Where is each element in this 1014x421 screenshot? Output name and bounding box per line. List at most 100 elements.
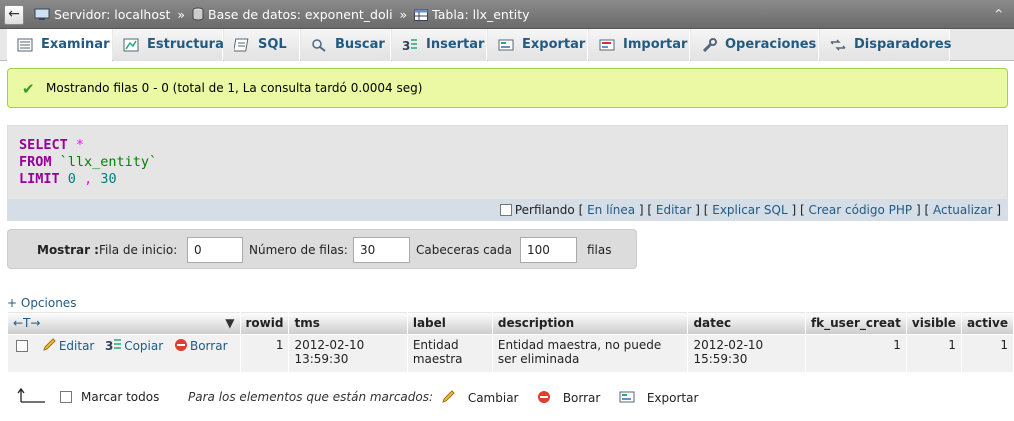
delete-icon	[538, 391, 550, 403]
column-move-arrows[interactable]: ←T→	[13, 316, 40, 330]
sql-keyword-select: SELECT	[19, 137, 68, 153]
delete-row-button[interactable]: Borrar	[174, 339, 228, 353]
results-table: ←T→ ▼ rowid tms label description datec …	[7, 311, 1014, 373]
wrench-icon	[702, 38, 717, 52]
bulk-export-button[interactable]: Exportar	[619, 390, 698, 405]
bulk-actions-bar: Marcar todos Para los elementos que está…	[7, 387, 907, 408]
delete-icon	[174, 339, 187, 351]
column-tms[interactable]: tms	[288, 311, 408, 335]
create-php-link[interactable]: Crear código PHP	[808, 203, 912, 217]
breadcrumb-bar: ← Servidor: localhost » Base de datos: e…	[0, 0, 1014, 29]
column-fk-user-creat[interactable]: fk_user_creat	[804, 311, 907, 335]
tab-label: Insertar	[426, 37, 485, 52]
pencil-icon	[43, 338, 56, 351]
cell-label: Entidad maestra	[406, 334, 493, 373]
browse-icon	[17, 38, 33, 52]
cell-visible: 1	[905, 334, 962, 373]
tab-insertar[interactable]: 3 Insertar	[392, 29, 487, 61]
column-label[interactable]: label	[406, 311, 493, 335]
success-message: ✔ Mostrando filas 0 - 0 (total de 1, La …	[7, 68, 1008, 108]
export-icon	[619, 391, 635, 403]
breadcrumb-table[interactable]: Tabla: llx_entity	[432, 7, 529, 22]
server-icon	[34, 8, 50, 20]
export-icon	[498, 39, 514, 51]
arrow-select-icon	[17, 387, 45, 403]
tab-operaciones[interactable]: Operaciones	[691, 29, 819, 61]
tab-examinar[interactable]: Examinar	[7, 29, 112, 62]
options-link[interactable]: + Opciones	[7, 296, 76, 310]
column-datec[interactable]: datec	[687, 311, 806, 335]
column-description[interactable]: description	[491, 311, 689, 335]
sql-code: SELECT * FROM `llx_entity` LIMIT 0 , 30	[19, 137, 157, 188]
rows-suffix-label: filas	[587, 243, 612, 257]
breadcrumb-database[interactable]: Base de datos: exponent_doli	[208, 7, 393, 22]
row-checkbox[interactable]	[16, 340, 28, 352]
edit-row-button[interactable]: Editar	[42, 338, 98, 353]
row-actions: Editar 3 Copiar Borrar	[7, 334, 241, 373]
column-visible[interactable]: visible	[905, 311, 962, 335]
cell-active: 1	[960, 334, 1014, 373]
with-selected-label: Para los elementos que están marcados:	[188, 390, 434, 404]
svg-text:3: 3	[105, 339, 113, 352]
table-icon	[414, 9, 429, 21]
column-active[interactable]: active	[960, 311, 1014, 335]
tab-exportar[interactable]: Exportar	[488, 29, 588, 61]
tab-label: Importar	[623, 37, 688, 52]
start-row-input[interactable]: 0	[187, 237, 243, 263]
tab-buscar[interactable]: Buscar	[301, 29, 391, 61]
cell-datec: 2012-02-10 15:59:30	[687, 334, 806, 373]
tab-estructura[interactable]: Estructura	[113, 29, 224, 61]
insert-icon: 3	[402, 39, 417, 52]
bulk-delete-button[interactable]: Borrar	[537, 390, 600, 405]
breadcrumb-server[interactable]: Servidor: localhost	[54, 7, 170, 22]
change-label: Cambiar	[467, 391, 519, 405]
copy-row-button[interactable]: 3 Copiar	[105, 339, 167, 353]
tab-disparadores[interactable]: Disparadores	[820, 29, 952, 61]
back-arrow-icon[interactable]: ←	[4, 5, 24, 25]
row-count-label: Número de filas:	[249, 243, 348, 257]
check-all-label[interactable]: Marcar todos	[81, 390, 159, 404]
sql-offset: 0	[67, 171, 76, 187]
sql-query-box: SELECT * FROM `llx_entity` LIMIT 0 , 30 …	[7, 125, 1008, 221]
inline-link[interactable]: En línea	[587, 203, 635, 217]
column-arrows-header[interactable]: ←T→ ▼	[7, 311, 241, 335]
headers-every-input[interactable]: 100	[520, 237, 577, 263]
sort-dropdown-icon[interactable]: ▼	[225, 316, 234, 330]
checkmark-icon: ✔	[22, 80, 35, 98]
bulk-change-button[interactable]: Cambiar	[441, 390, 519, 405]
row-count-input[interactable]: 30	[353, 237, 410, 263]
sql-comma: ,	[84, 171, 93, 187]
breadcrumb: Servidor: localhost » Base de datos: exp…	[34, 7, 530, 22]
table-header-row: ←T→ ▼ rowid tms label description datec …	[7, 311, 1014, 335]
explain-sql-link[interactable]: Explicar SQL	[712, 203, 787, 217]
sql-keyword-from: FROM	[19, 154, 52, 170]
tab-label: SQL	[258, 37, 287, 52]
tab-label: Buscar	[335, 37, 385, 52]
edit-sql-link[interactable]: Editar	[656, 203, 692, 217]
column-rowid[interactable]: rowid	[239, 311, 290, 335]
export-label: Exportar	[646, 391, 699, 405]
search-icon	[312, 39, 326, 52]
tab-importar[interactable]: Importar	[589, 29, 690, 61]
refresh-link[interactable]: Actualizar	[933, 203, 993, 217]
database-icon	[192, 7, 204, 21]
tab-label: Estructura	[147, 37, 224, 52]
insert-copy-icon: 3	[105, 339, 122, 352]
tab-label: Disparadores	[854, 37, 952, 52]
pencil-icon	[442, 390, 455, 403]
collapse-icon[interactable]: ⌃	[992, 6, 1005, 24]
profiling-checkbox[interactable]	[499, 204, 512, 216]
edit-label: Editar	[58, 339, 95, 353]
navigation-form: Mostrar : Fila de inicio: 0 Número de fi…	[7, 229, 637, 269]
start-row-label: Fila de inicio:	[99, 243, 178, 257]
show-label: Mostrar :	[37, 243, 99, 257]
sql-keyword-limit: LIMIT	[19, 171, 60, 187]
sql-icon	[234, 38, 249, 52]
tab-label: Exportar	[522, 37, 586, 52]
structure-icon	[123, 38, 139, 52]
check-all-checkbox[interactable]	[60, 390, 80, 404]
breadcrumb-separator: »	[177, 7, 186, 22]
tab-label: Examinar	[41, 37, 110, 52]
tab-sql[interactable]: SQL	[224, 29, 300, 61]
success-message-text: Mostrando filas 0 - 0 (total de 1, La co…	[46, 81, 423, 95]
